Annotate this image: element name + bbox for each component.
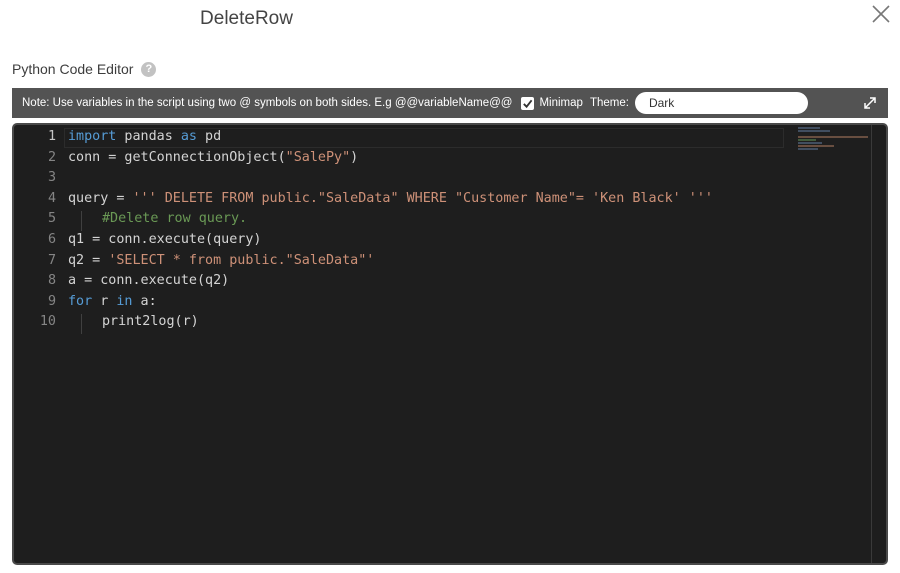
code-token: 'SELECT * from public."SaleData"': [108, 252, 375, 268]
editor-label-row: Python Code Editor ?: [12, 60, 157, 78]
code-token: ''' DELETE FROM public."SaleData" WHERE …: [132, 190, 713, 206]
code-line: 5 #Delete row query.: [14, 209, 713, 230]
code-line: 4 query = ''' DELETE FROM public."SaleDa…: [14, 189, 713, 210]
code-token: as: [180, 129, 197, 144]
close-button[interactable]: [870, 3, 892, 25]
expand-icon[interactable]: [862, 95, 878, 111]
help-icon[interactable]: ?: [141, 61, 157, 77]
line-number: 9: [47, 293, 56, 309]
code-line: 9 for r in a:: [14, 292, 713, 313]
code-token: pd: [197, 129, 222, 144]
minimap-label: Minimap: [539, 97, 583, 109]
code-token: pandas: [116, 129, 181, 144]
code-token: a:: [132, 293, 157, 309]
code-line: 7 q2 = 'SELECT * from public."SaleData"': [14, 251, 713, 272]
theme-select[interactable]: Dark: [634, 92, 808, 114]
line-number: 2: [47, 149, 56, 165]
code-editor[interactable]: 1 import pandas as pd 2 conn = getConnec…: [12, 123, 888, 565]
code-line: 1 import pandas as pd: [14, 127, 713, 148]
minimap[interactable]: [798, 127, 868, 157]
code-token: for: [68, 293, 93, 309]
code-token: a = conn.execute(q2): [68, 273, 230, 289]
code-lines: 1 import pandas as pd 2 conn = getConnec…: [14, 127, 713, 333]
minimap-checkbox[interactable]: [521, 96, 535, 110]
code-line: 10 print2log(r): [14, 312, 713, 333]
code-token: ): [350, 149, 359, 165]
code-token: #Delete row query.: [102, 211, 248, 227]
code-line: 8 a = conn.execute(q2): [14, 271, 713, 292]
close-icon: [872, 5, 890, 23]
code-token: q2 =: [68, 252, 109, 268]
line-number: 4: [47, 190, 56, 206]
line-number: 1: [47, 129, 56, 144]
line-number: 6: [47, 231, 56, 247]
code-token: query =: [68, 190, 133, 206]
code-token: import: [68, 129, 117, 144]
code-token: in: [116, 293, 133, 309]
line-number: 5: [47, 211, 56, 227]
checkbox-check-icon: [523, 99, 533, 108]
line-number: 7: [47, 252, 56, 268]
vertical-scrollbar[interactable]: [871, 125, 872, 563]
line-number: 10: [39, 314, 56, 330]
variables-note: Note: Use variables in the script using …: [22, 97, 513, 109]
code-token: "SalePy": [285, 149, 351, 165]
line-number: 8: [47, 273, 56, 289]
editor-label: Python Code Editor: [12, 61, 134, 77]
code-token: conn = getConnectionObject(: [68, 149, 286, 165]
editor-toolbar: Note: Use variables in the script using …: [12, 88, 888, 118]
code-token: q1 = conn.execute(query): [68, 231, 262, 247]
code-line: 6 q1 = conn.execute(query): [14, 230, 713, 251]
code-token: print2log(r): [102, 314, 199, 330]
line-number: 3: [47, 170, 56, 186]
dialog-title: DeleteRow: [200, 8, 293, 29]
code-line: 2 conn = getConnectionObject("SalePy"): [14, 148, 713, 169]
code-line: 3: [14, 168, 713, 189]
code-token: r: [92, 293, 117, 309]
theme-label: Theme:: [589, 97, 629, 109]
